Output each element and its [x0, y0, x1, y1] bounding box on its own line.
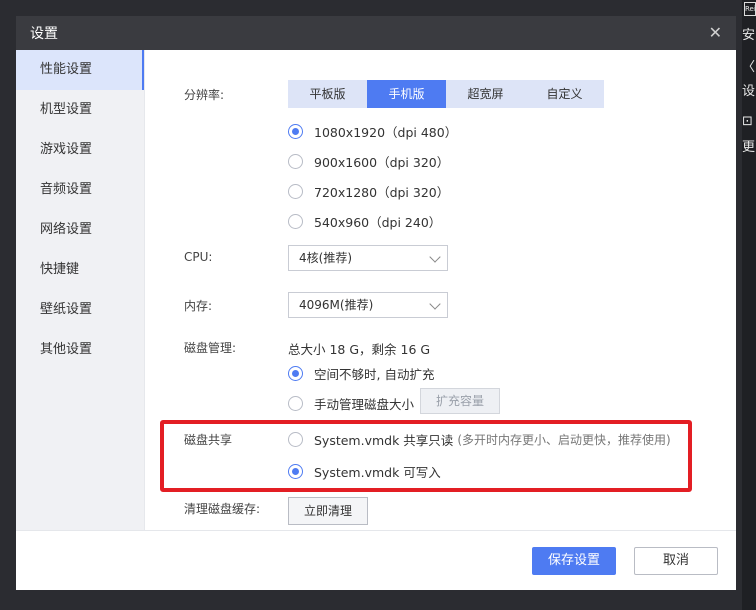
disk-share-label: 磁盘共享	[184, 433, 233, 447]
sidebar-item-audio[interactable]: 音频设置	[16, 170, 144, 210]
tab-phone[interactable]: 手机版	[367, 80, 446, 108]
radio-icon	[288, 184, 303, 199]
sidebar-item-game[interactable]: 游戏设置	[16, 130, 144, 170]
tab-ultrawide[interactable]: 超宽屏	[446, 80, 525, 108]
resolution-mode-tabs: 平板版 手机版 超宽屏 自定义	[288, 80, 604, 108]
dialog-titlebar: 设置 ✕	[16, 16, 736, 50]
resolution-option-900[interactable]: 900x1600（dpi 320）	[288, 152, 449, 171]
chevron-down-icon	[429, 298, 441, 310]
clear-cache-label: 清理磁盘缓存:	[184, 502, 261, 516]
disk-share-readonly-hint: (多开时内存更小、启动更快，推荐使用)	[457, 433, 671, 447]
radio-checked-icon	[288, 124, 303, 139]
disk-share-writable-label: System.vmdk 可写入	[314, 465, 441, 480]
chevron-down-icon	[429, 251, 441, 263]
save-button[interactable]: 保存设置	[532, 547, 616, 575]
disk-share-readonly-option[interactable]: System.vmdk 共享只读 (多开时内存更小、启动更快，推荐使用)	[288, 430, 671, 449]
background-app-strip: Rei 安 〈 设 ⊡ 更	[742, 0, 756, 610]
background-app-text: 更	[742, 140, 756, 155]
disk-option-auto-expand[interactable]: 空间不够时, 自动扩充	[288, 364, 434, 383]
resolution-label: 分辨率:	[184, 88, 225, 102]
memory-label: 内存:	[184, 299, 213, 313]
dialog-title: 设置	[30, 26, 58, 42]
cancel-button[interactable]: 取消	[634, 547, 718, 575]
background-app-text: 安	[742, 28, 756, 43]
background-app-text: 设	[742, 84, 756, 99]
sidebar-item-shortcuts[interactable]: 快捷键	[16, 250, 144, 290]
background-app-logo: Rei	[744, 2, 756, 16]
resolution-option-label: 1080x1920（dpi 480）	[314, 125, 458, 140]
background-app-back-icon[interactable]: 〈	[742, 56, 755, 75]
sidebar-item-performance[interactable]: 性能设置	[16, 50, 144, 90]
disk-option-label: 手动管理磁盘大小	[314, 397, 415, 412]
close-icon[interactable]: ✕	[709, 25, 722, 41]
radio-icon	[288, 154, 303, 169]
sidebar-item-device-model[interactable]: 机型设置	[16, 90, 144, 130]
disk-share-writable-option[interactable]: System.vmdk 可写入	[288, 462, 441, 481]
memory-select[interactable]: 4096M(推荐)	[288, 292, 448, 318]
sidebar-item-network[interactable]: 网络设置	[16, 210, 144, 250]
disk-summary: 总大小 18 G，剩余 16 G	[288, 342, 431, 357]
clear-now-button[interactable]: 立即清理	[288, 497, 368, 525]
memory-select-value: 4096M(推荐)	[299, 298, 374, 312]
resolution-option-540[interactable]: 540x960（dpi 240）	[288, 212, 441, 231]
cpu-label: CPU:	[184, 250, 213, 264]
sidebar-item-other[interactable]: 其他设置	[16, 330, 144, 370]
disk-option-manual[interactable]: 手动管理磁盘大小	[288, 394, 414, 413]
dialog-body: 性能设置 机型设置 游戏设置 音频设置 网络设置 快捷键 壁纸设置 其他设置 分…	[16, 50, 736, 530]
disk-label: 磁盘管理:	[184, 341, 237, 355]
resolution-option-720[interactable]: 720x1280（dpi 320）	[288, 182, 449, 201]
disk-share-readonly-label: System.vmdk 共享只读	[314, 433, 454, 448]
resolution-option-label: 720x1280（dpi 320）	[314, 185, 450, 200]
radio-icon	[288, 432, 303, 447]
tab-tablet[interactable]: 平板版	[288, 80, 367, 108]
tab-custom[interactable]: 自定义	[525, 80, 604, 108]
disk-option-label: 空间不够时, 自动扩充	[314, 367, 435, 382]
cpu-select[interactable]: 4核(推荐)	[288, 245, 448, 271]
performance-settings-panel: 分辨率: 平板版 手机版 超宽屏 自定义 1080x1920（dpi 480） …	[144, 50, 736, 530]
resolution-option-label: 540x960（dpi 240）	[314, 215, 442, 230]
settings-dialog: 设置 ✕ 性能设置 机型设置 游戏设置 音频设置 网络设置 快捷键 壁纸设置 其…	[16, 16, 736, 590]
radio-icon	[288, 396, 303, 411]
radio-checked-icon	[288, 366, 303, 381]
resolution-option-1080[interactable]: 1080x1920（dpi 480）	[288, 122, 457, 141]
radio-checked-icon	[288, 464, 303, 479]
dialog-footer: 保存设置 取消	[16, 530, 736, 590]
sidebar-divider	[144, 50, 145, 530]
background-app-more-icon[interactable]: ⊡	[742, 114, 753, 129]
expand-capacity-button[interactable]: 扩充容量	[420, 388, 500, 414]
sidebar-item-wallpaper[interactable]: 壁纸设置	[16, 290, 144, 330]
radio-icon	[288, 214, 303, 229]
cpu-select-value: 4核(推荐)	[299, 251, 352, 265]
settings-sidebar: 性能设置 机型设置 游戏设置 音频设置 网络设置 快捷键 壁纸设置 其他设置	[16, 50, 144, 530]
resolution-option-label: 900x1600（dpi 320）	[314, 155, 450, 170]
